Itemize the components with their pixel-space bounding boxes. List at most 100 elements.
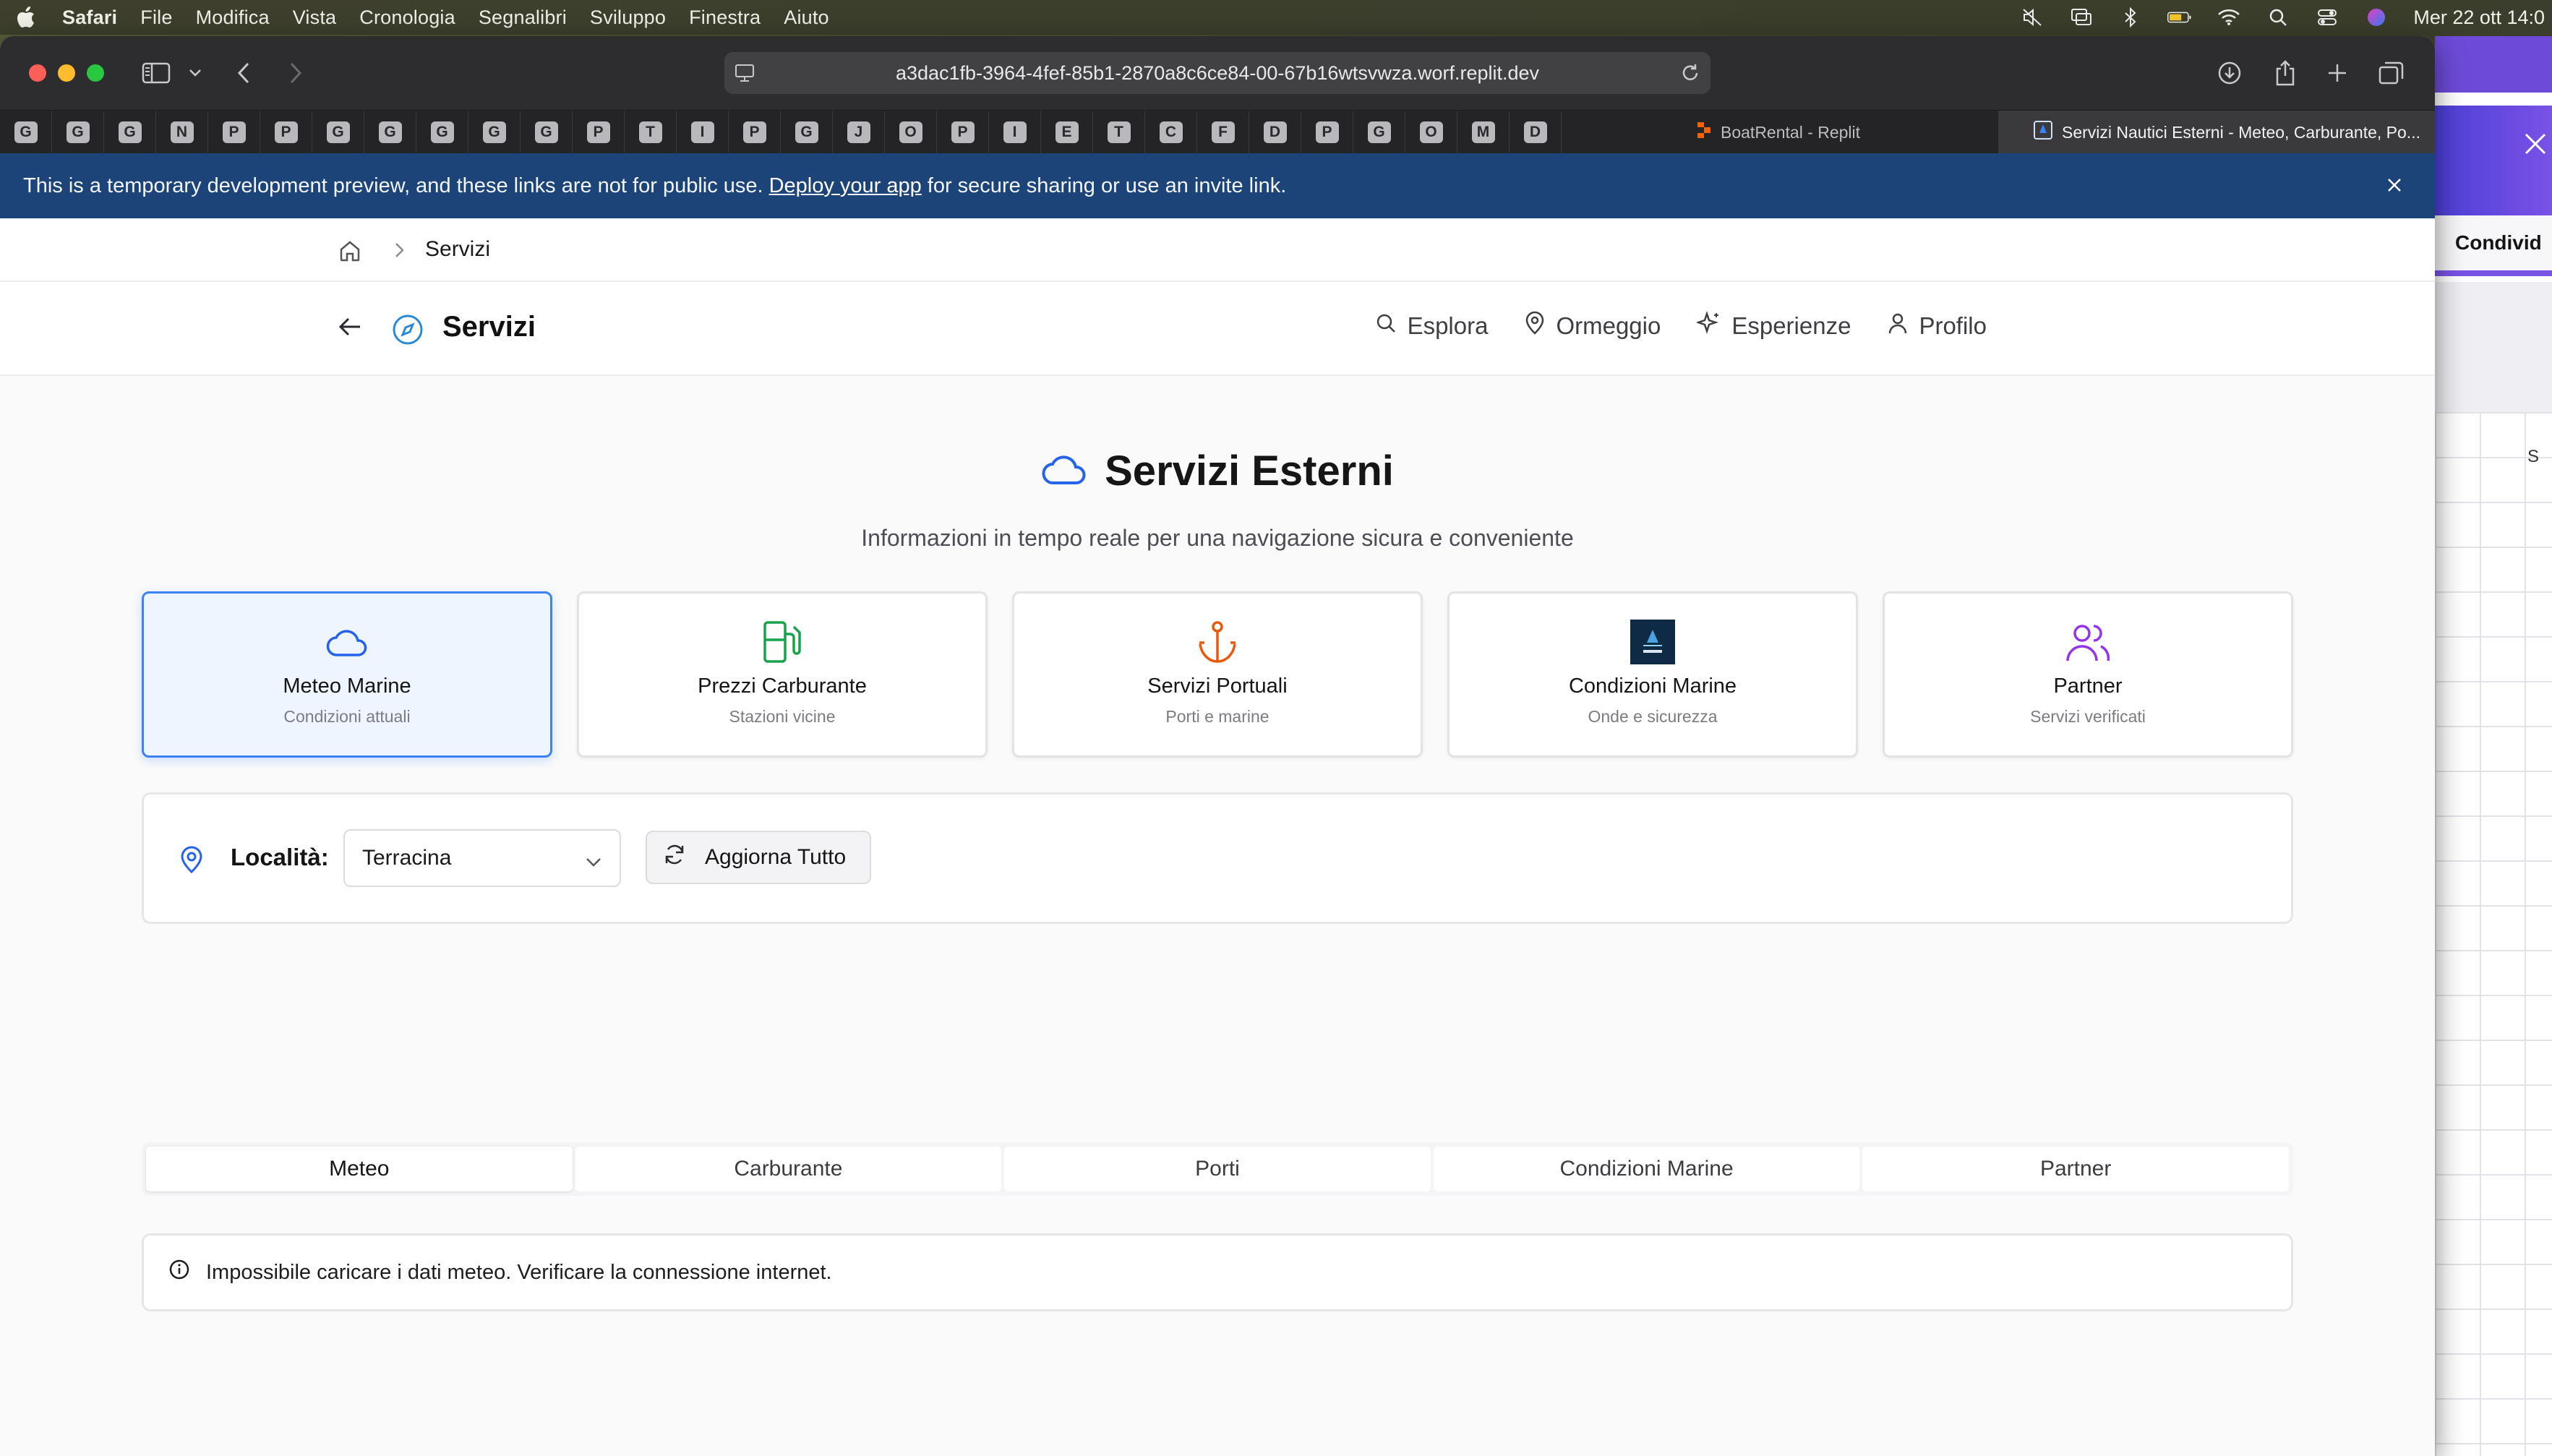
- pinned-tab[interactable]: G: [521, 110, 573, 154]
- siri-icon[interactable]: [2364, 7, 2389, 28]
- new-tab-icon[interactable]: [2326, 36, 2348, 110]
- battery-icon[interactable]: [2167, 7, 2192, 28]
- pinned-tab[interactable]: P: [260, 110, 312, 154]
- wifi-icon[interactable]: [2217, 7, 2241, 28]
- card-prezzi-carburante[interactable]: Prezzi Carburante Stazioni vicine: [577, 591, 988, 758]
- refresh-all-button[interactable]: Aggiorna Tutto: [646, 831, 871, 884]
- pinned-tab[interactable]: E: [1041, 110, 1093, 154]
- back-icon[interactable]: [233, 36, 254, 110]
- close-icon[interactable]: [2384, 175, 2405, 201]
- pinned-tab[interactable]: J: [833, 110, 885, 154]
- menu-app-name[interactable]: Safari: [62, 7, 117, 29]
- fuel-icon: [761, 618, 803, 666]
- deploy-link[interactable]: Deploy your app: [769, 174, 922, 198]
- pinned-tab[interactable]: P: [573, 110, 625, 154]
- apple-menu-icon[interactable]: [14, 6, 38, 29]
- pinned-tab[interactable]: P: [937, 110, 989, 154]
- tab-condizioni-marine[interactable]: Condizioni Marine: [1433, 1147, 1860, 1191]
- pinned-tab[interactable]: C: [1145, 110, 1197, 154]
- address-bar[interactable]: a3dac1fb-3964-4fef-85b1-2870a8c6ce84-00-…: [724, 52, 1710, 94]
- tab-boatrental-replit[interactable]: BoatRental - Replit: [1666, 111, 1998, 154]
- reload-icon[interactable]: [1680, 63, 1700, 88]
- pinned-tab[interactable]: G: [416, 110, 468, 154]
- favicon-icon: C: [1159, 121, 1183, 143]
- tab-carburante[interactable]: Carburante: [575, 1147, 1002, 1191]
- spreadsheet-grid: [2435, 412, 2552, 1456]
- alert-text: Impossibile caricare i dati meteo. Verif…: [206, 1260, 832, 1284]
- spotlight-icon[interactable]: [2266, 7, 2290, 28]
- zoom-window-button[interactable]: [87, 64, 104, 82]
- pinned-tab[interactable]: D: [1510, 110, 1562, 154]
- card-meteo-marine[interactable]: Meteo Marine Condizioni attuali: [142, 591, 552, 758]
- pinned-tab[interactable]: P: [208, 110, 260, 154]
- url-text: a3dac1fb-3964-4fef-85b1-2870a8c6ce84-00-…: [895, 61, 1540, 84]
- banner-text-end: for secure sharing or use an invite link…: [927, 174, 1287, 197]
- pinned-tab[interactable]: G: [104, 110, 156, 154]
- menubar-clock[interactable]: Mer 22 ott 14:0: [2413, 7, 2545, 29]
- pinned-tab[interactable]: G: [364, 110, 416, 154]
- nav-esplora[interactable]: Esplora: [1374, 311, 1488, 341]
- pinned-tab[interactable]: P: [729, 110, 781, 154]
- downloads-icon[interactable]: [2217, 36, 2243, 110]
- pinned-tab[interactable]: O: [885, 110, 937, 154]
- tab-partner[interactable]: Partner: [1862, 1147, 2289, 1191]
- pinned-tab[interactable]: G: [0, 110, 52, 154]
- pinned-tab[interactable]: G: [312, 110, 364, 154]
- pinned-tab[interactable]: N: [156, 110, 208, 154]
- pinned-tab[interactable]: O: [1405, 110, 1457, 154]
- pinned-tab[interactable]: T: [625, 110, 677, 154]
- sidebar-icon[interactable]: [140, 36, 172, 110]
- pinned-tab[interactable]: G: [1353, 110, 1405, 154]
- pinned-tab[interactable]: I: [989, 110, 1041, 154]
- tab-overview-icon[interactable]: [2378, 36, 2405, 110]
- card-condizioni-marine[interactable]: Condizioni Marine Onde e sicurezza: [1447, 591, 1858, 758]
- bluetooth-icon[interactable]: [2118, 7, 2143, 28]
- pinned-tab[interactable]: D: [1249, 110, 1301, 154]
- menu-sviluppo[interactable]: Sviluppo: [590, 7, 666, 29]
- nav-esperienze[interactable]: Esperienze: [1695, 311, 1851, 341]
- pinned-tab[interactable]: T: [1093, 110, 1145, 154]
- pinned-tab[interactable]: G: [781, 110, 833, 154]
- favicon-icon: N: [170, 121, 194, 143]
- arrow-left-icon[interactable]: [337, 315, 363, 342]
- mute-icon[interactable]: [2020, 7, 2044, 28]
- minimize-window-button[interactable]: [58, 64, 75, 82]
- forward-icon[interactable]: [285, 36, 307, 110]
- chevron-down-icon: [585, 849, 602, 874]
- pinned-tab[interactable]: F: [1197, 110, 1249, 154]
- card-partner[interactable]: Partner Servizi verificati: [1883, 591, 2293, 758]
- home-icon[interactable]: [338, 240, 361, 265]
- tab-porti[interactable]: Porti: [1004, 1147, 1431, 1191]
- close-icon[interactable]: [2523, 132, 2548, 160]
- share-icon[interactable]: [2274, 36, 2296, 110]
- pinned-tab[interactable]: G: [468, 110, 521, 154]
- pinned-tab[interactable]: M: [1457, 110, 1510, 154]
- menu-segnalibri[interactable]: Segnalibri: [479, 7, 567, 29]
- tab-meteo[interactable]: Meteo: [146, 1147, 573, 1191]
- site-settings-icon[interactable]: [735, 64, 755, 87]
- menu-finestra[interactable]: Finestra: [689, 7, 761, 29]
- tab-servizi-nautici[interactable]: Servizi Nautici Esterni - Meteo, Carbura…: [1998, 111, 2435, 154]
- hero-heading: Servizi Esterni: [0, 447, 2435, 495]
- card-servizi-portuali[interactable]: Servizi Portuali Porti e marine: [1012, 591, 1423, 758]
- location-select[interactable]: Terracina: [343, 829, 621, 887]
- favicon-icon: G: [66, 121, 90, 143]
- menu-modifica[interactable]: Modifica: [196, 7, 270, 29]
- menu-file[interactable]: File: [140, 7, 172, 29]
- menu-vista[interactable]: Vista: [293, 7, 337, 29]
- nav-ormeggio[interactable]: Ormeggio: [1524, 311, 1661, 341]
- favicon-icon: P: [742, 121, 766, 143]
- background-header: [2435, 36, 2552, 93]
- close-window-button[interactable]: [29, 64, 46, 82]
- chevron-down-icon[interactable]: [187, 36, 204, 110]
- menu-cronologia[interactable]: Cronologia: [359, 7, 455, 29]
- pinned-tab[interactable]: P: [1301, 110, 1353, 154]
- share-button[interactable]: Condivid: [2435, 215, 2552, 276]
- control-center-icon[interactable]: [2315, 7, 2339, 28]
- menu-aiuto[interactable]: Aiuto: [784, 7, 829, 29]
- nav-profilo[interactable]: Profilo: [1887, 311, 1987, 341]
- card-title: Partner: [2053, 675, 2123, 698]
- pinned-tab[interactable]: G: [52, 110, 104, 154]
- pinned-tab[interactable]: I: [677, 110, 729, 154]
- screen-mirror-icon[interactable]: [2069, 7, 2094, 28]
